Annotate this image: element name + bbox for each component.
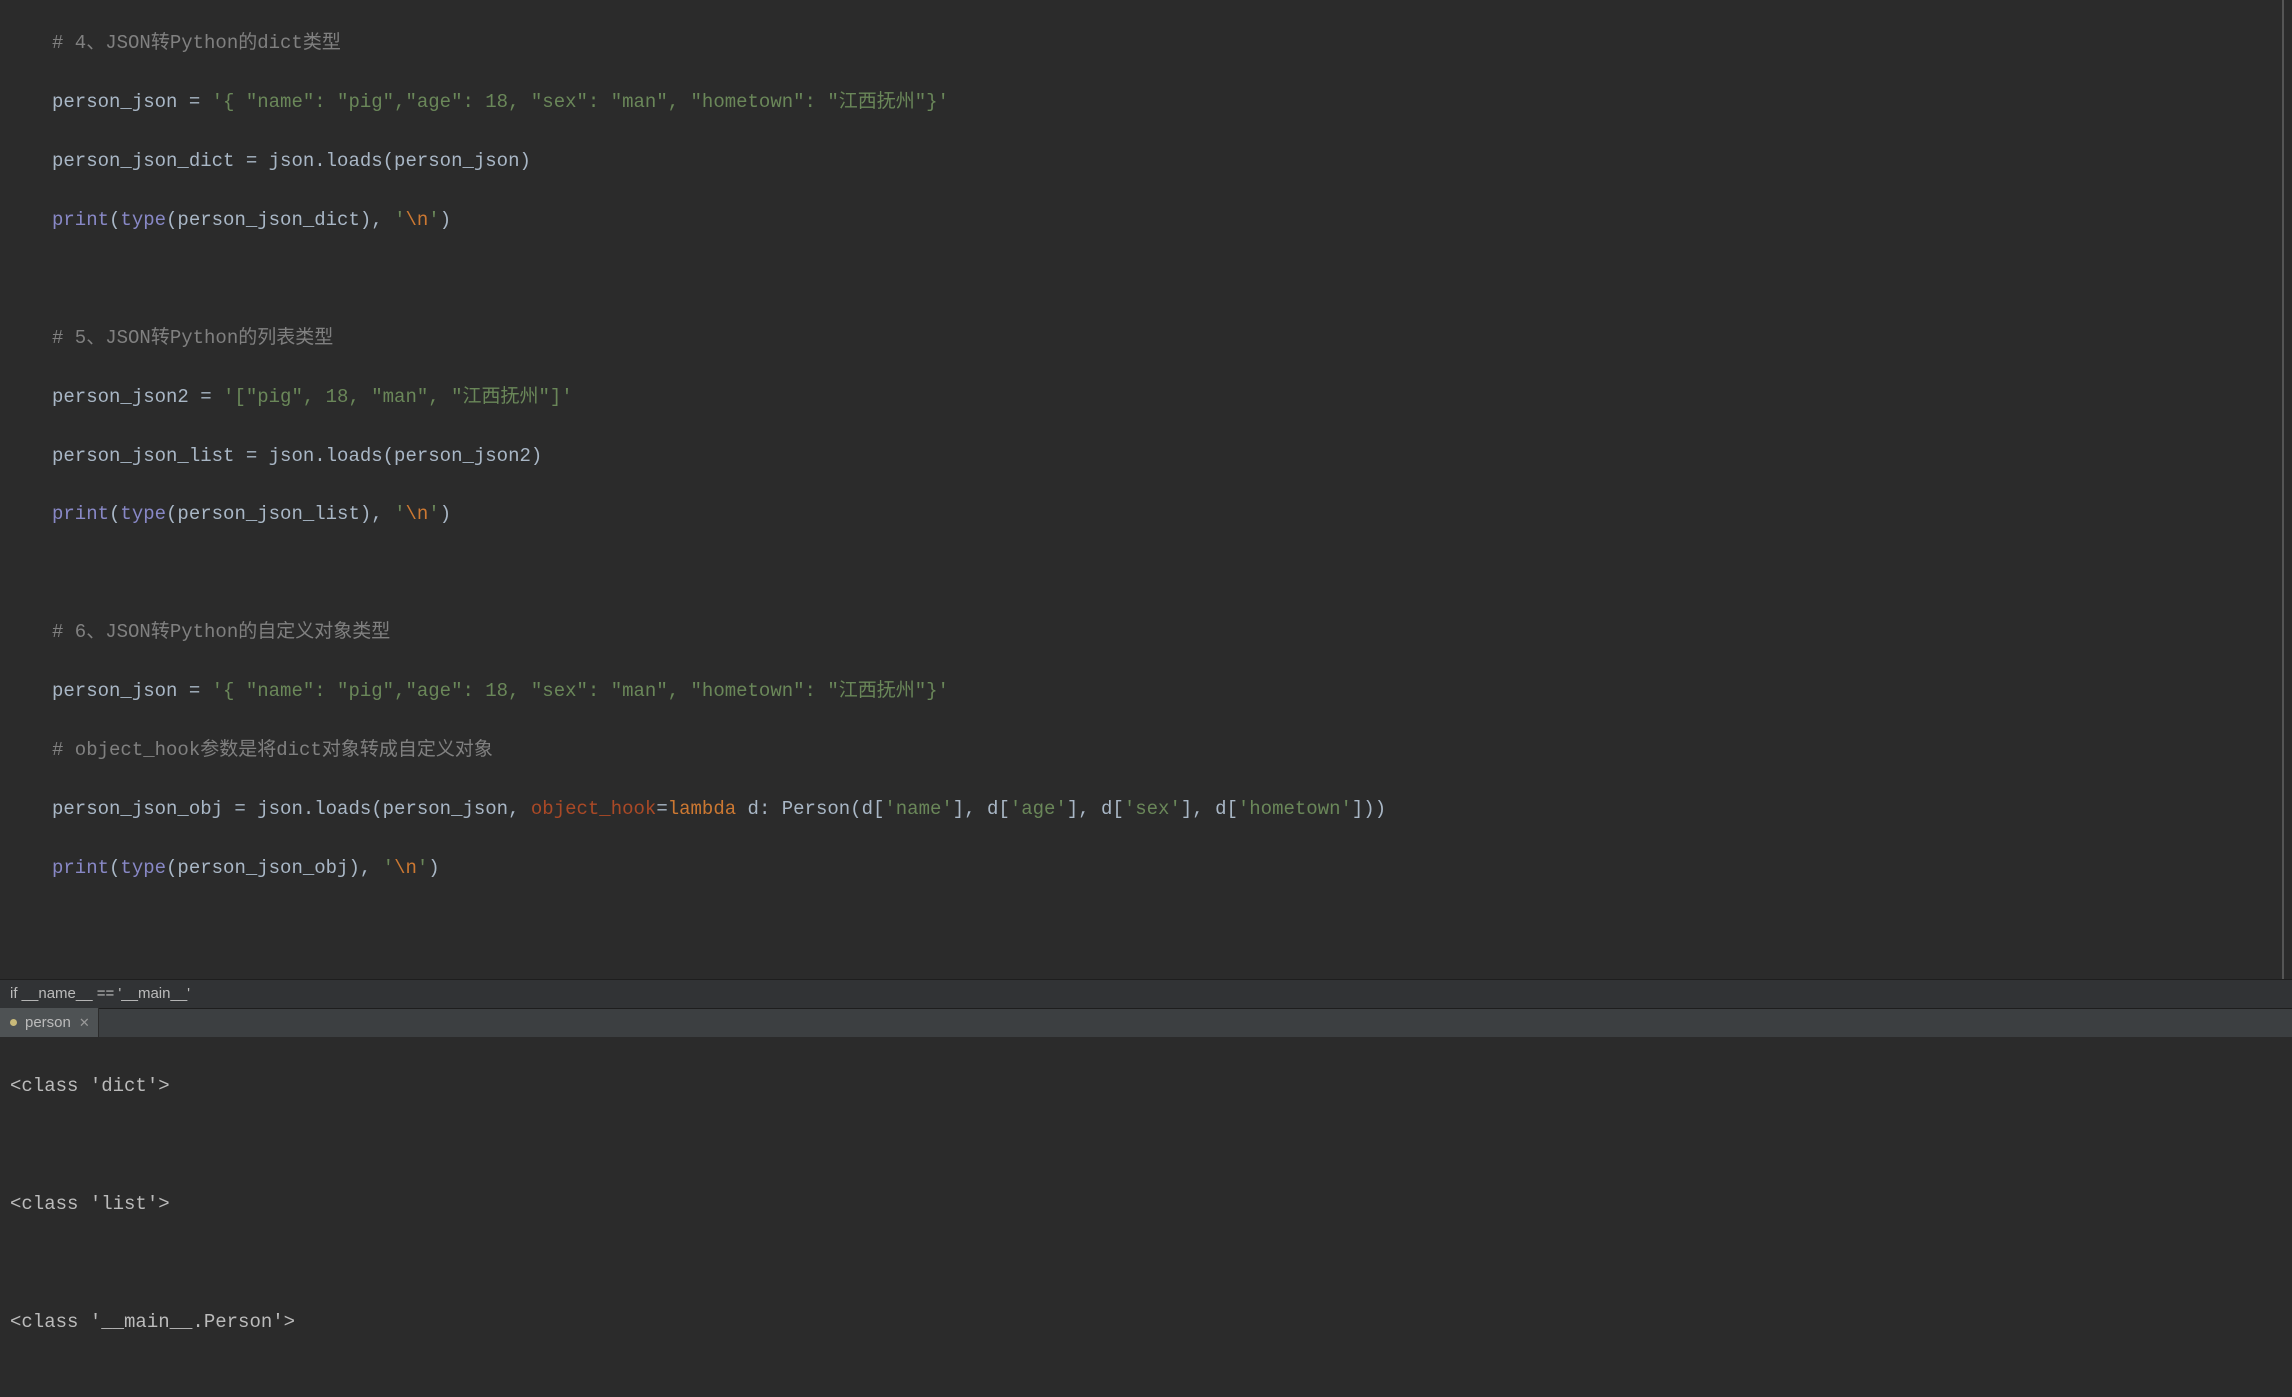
code-editor[interactable]: # 4、JSON转Python的dict类型 person_json = '{ …	[0, 0, 2284, 979]
run-tab-person[interactable]: person ✕	[0, 1008, 99, 1037]
string-literal: 'hometown'	[1238, 798, 1352, 820]
string-literal: '["pig", 18, "man", "江西抚州"]'	[223, 386, 573, 408]
code-text: ]))	[1352, 798, 1386, 820]
string-literal: '	[394, 503, 405, 525]
keyword-lambda: lambda	[668, 798, 748, 820]
builtin-type: type	[120, 857, 166, 879]
escape-seq: \n	[394, 857, 417, 879]
comment-line: # 5、JSON转Python的列表类型	[52, 327, 333, 349]
string-literal: 'age'	[1010, 798, 1067, 820]
console-blank	[10, 1131, 2282, 1160]
code-text: ], d[	[1067, 798, 1124, 820]
code-text: ], d[	[1181, 798, 1238, 820]
console-line: <class 'list'>	[10, 1190, 2282, 1219]
code-text: person_json_list = json.loads(person_jso…	[52, 445, 542, 467]
builtin-type: type	[120, 503, 166, 525]
comment-line: # object_hook参数是将dict对象转成自定义对象	[52, 739, 493, 761]
blank-line	[52, 913, 2282, 942]
builtin-print: print	[52, 503, 109, 525]
string-literal: 'name'	[884, 798, 952, 820]
string-literal: '	[383, 857, 394, 879]
console-line: <class '__main__.Person'>	[10, 1308, 2282, 1337]
kwarg-name: object_hook	[531, 798, 656, 820]
blank-line	[52, 265, 2282, 294]
escape-seq: \n	[405, 209, 428, 231]
comment-line: # 4、JSON转Python的dict类型	[52, 32, 341, 54]
code-text: (	[109, 857, 120, 879]
escape-seq: \n	[405, 503, 428, 525]
code-text: (	[109, 503, 120, 525]
code-text: (person_json_dict),	[166, 209, 394, 231]
code-text: ], d[	[953, 798, 1010, 820]
code-text: person_json_dict = json.loads(person_jso…	[52, 150, 531, 172]
builtin-type: type	[120, 209, 166, 231]
string-literal: '{ "name": "pig","age": 18, "sex": "man"…	[212, 680, 949, 702]
code-text: (person_json_list),	[166, 503, 394, 525]
code-text: )	[428, 857, 439, 879]
string-literal: '	[428, 209, 439, 231]
run-status-icon	[10, 1019, 17, 1026]
builtin-print: print	[52, 209, 109, 231]
string-literal: '	[428, 503, 439, 525]
code-text: )	[440, 209, 451, 231]
close-icon[interactable]: ✕	[79, 1013, 90, 1033]
breadcrumb-text: if __name__ == '__main__'	[10, 985, 190, 1002]
console-output[interactable]: <class 'dict'> <class 'list'> <class '__…	[0, 1037, 2292, 1397]
breadcrumb[interactable]: if __name__ == '__main__'	[0, 979, 2292, 1008]
code-text: person_json2 =	[52, 386, 223, 408]
string-literal: 'sex'	[1124, 798, 1181, 820]
code-text: person_json =	[52, 91, 212, 113]
code-text: (person_json_obj),	[166, 857, 383, 879]
string-literal: '	[394, 209, 405, 231]
builtin-print: print	[52, 857, 109, 879]
code-text: =	[656, 798, 667, 820]
code-text: (	[109, 209, 120, 231]
console-blank	[10, 1249, 2282, 1278]
string-literal: '	[417, 857, 428, 879]
string-literal: '{ "name": "pig","age": 18, "sex": "man"…	[212, 91, 949, 113]
code-text: person_json_obj = json.loads(person_json…	[52, 798, 531, 820]
run-tab-bar: person ✕	[0, 1009, 2292, 1037]
code-text: person_json =	[52, 680, 212, 702]
comment-line: # 6、JSON转Python的自定义对象类型	[52, 621, 390, 643]
console-line: <class 'dict'>	[10, 1072, 2282, 1101]
code-text: )	[440, 503, 451, 525]
code-text: d: Person(d[	[748, 798, 885, 820]
blank-line	[52, 559, 2282, 588]
run-tab-label: person	[25, 1011, 71, 1034]
